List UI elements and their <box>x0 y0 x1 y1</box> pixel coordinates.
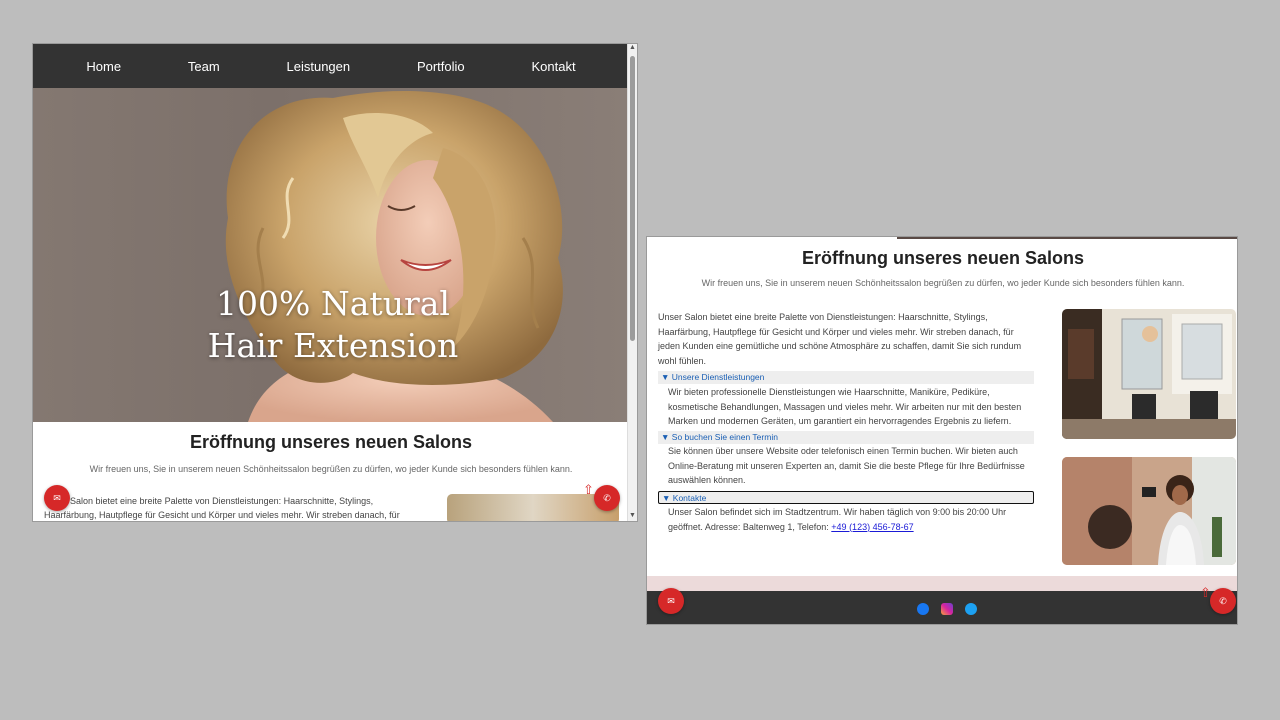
hero-title-line1: 100% Natural <box>216 284 450 323</box>
intro-paragraph: Salon bietet eine breite Palette von Die… <box>44 496 400 520</box>
scrollbar[interactable]: ▲ ▼ <box>627 44 637 521</box>
intro-title: Eröffnung unseres neuen Salons <box>189 432 473 452</box>
browser-window-top: Home Team Leistungen Portfolio Kontakt 1… <box>32 43 638 522</box>
nav-kontakt[interactable]: Kontakt <box>531 59 575 74</box>
phone-link[interactable]: +49 (123) 456-78-67 <box>831 522 913 532</box>
scroll-top-icon[interactable]: ⇧ <box>583 482 594 498</box>
hero-image-edge <box>897 237 1237 239</box>
intro-section: Eröffnung unseres neuen Salons Wir freue… <box>33 422 629 521</box>
intro-subtitle: Wir freuen uns, Sie in unserem neuen Sch… <box>89 464 573 474</box>
details-services-summary[interactable]: ▼ Unsere Dienstleistungen <box>658 371 1034 384</box>
hero-banner: 100% Natural Hair Extension <box>33 88 629 422</box>
scroll-up-arrow[interactable]: ▲ <box>629 44 636 51</box>
details-contacts-body: Unser Salon befindet sich im Stadtzentru… <box>668 505 1032 534</box>
phone-icon: ✆ <box>603 492 611 503</box>
nav-leistungen[interactable]: Leistungen <box>287 59 351 74</box>
salon-interior-photo <box>1062 309 1236 439</box>
email-icon: ✉ <box>667 595 675 606</box>
hairdresser-photo <box>1062 457 1236 565</box>
details-services-body: Wir bieten professionelle Dienstleistung… <box>668 387 1022 426</box>
email-button[interactable]: ✉ <box>658 588 684 614</box>
hero-image <box>225 91 563 422</box>
facebook-icon[interactable] <box>917 603 929 615</box>
hero-title: 100% Natural Hair Extension <box>203 283 463 367</box>
phone-button[interactable]: ✆ <box>1210 588 1236 614</box>
instagram-icon[interactable] <box>941 603 953 615</box>
nav-home[interactable]: Home <box>86 59 121 74</box>
nav-team[interactable]: Team <box>188 59 220 74</box>
scroll-down-arrow[interactable]: ▼ <box>629 512 636 519</box>
nav-portfolio[interactable]: Portfolio <box>417 59 465 74</box>
hero-title-line2: Hair Extension <box>207 326 459 365</box>
main-nav: Home Team Leistungen Portfolio Kontakt <box>33 44 629 88</box>
intro-subtitle: Wir freuen uns, Sie in unserem neuen Sch… <box>701 278 1185 288</box>
details-contacts-summary[interactable]: ▼ Kontakte <box>658 491 1034 504</box>
scroll-thumb[interactable] <box>630 56 635 341</box>
phone-button[interactable]: ✆ <box>594 485 620 511</box>
details-booking-summary[interactable]: ▼ So buchen Sie einen Termin <box>658 431 1034 444</box>
browser-window-bottom: Eröffnung unseres neuen Salons Wir freue… <box>646 236 1238 625</box>
twitter-icon[interactable] <box>965 603 977 615</box>
intro-paragraph: Unser Salon bietet eine breite Palette v… <box>658 312 1022 366</box>
content-bottom-border <box>647 576 1237 591</box>
details-booking-body: Sie können über unsere Website oder tele… <box>668 446 1025 485</box>
email-icon: ✉ <box>53 492 61 503</box>
email-button[interactable]: ✉ <box>44 485 70 511</box>
phone-icon: ✆ <box>1219 595 1227 606</box>
intro-title: Eröffnung unseres neuen Salons <box>801 248 1085 268</box>
